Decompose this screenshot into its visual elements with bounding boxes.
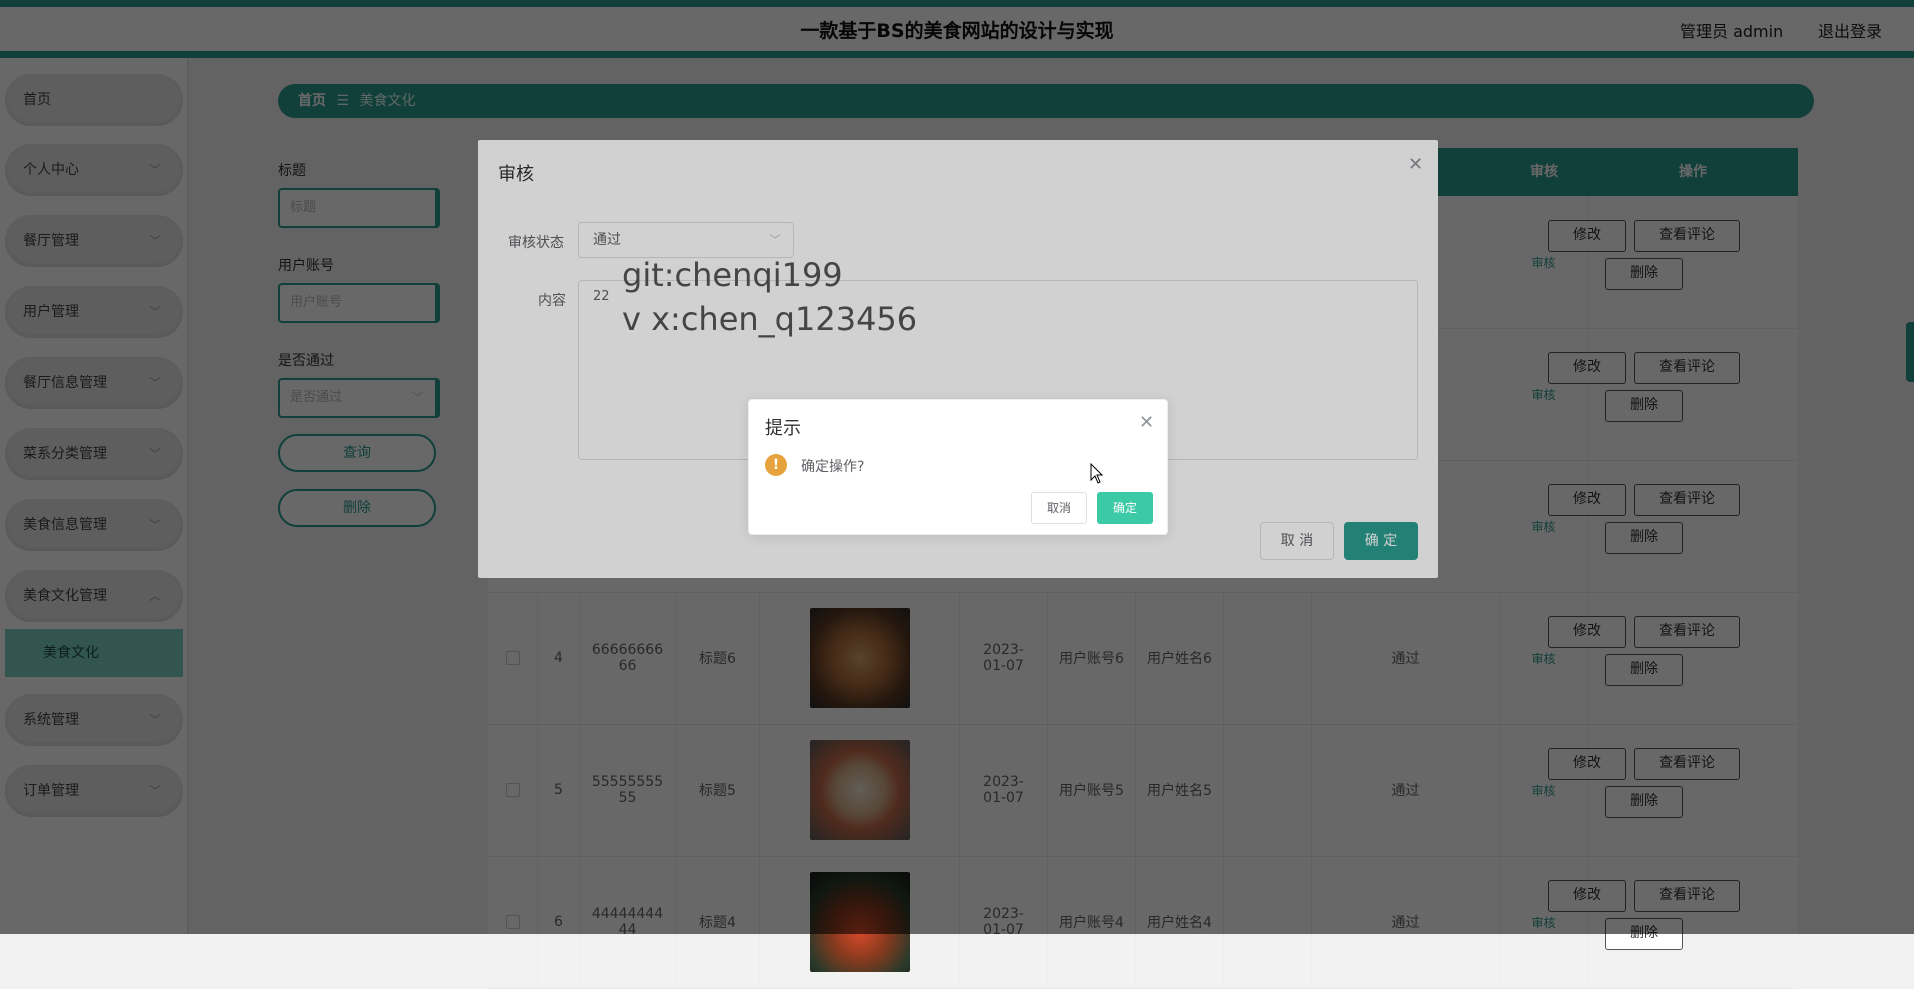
message-confirm-button[interactable]: 确定 <box>1097 492 1153 524</box>
warning-icon: ! <box>765 454 787 476</box>
close-icon[interactable]: ✕ <box>1139 412 1154 433</box>
confirm-message-box: 提示 ✕ ! 确定操作? 取消 确定 <box>748 399 1168 535</box>
mouse-cursor-icon <box>1090 463 1104 484</box>
message-box-title: 提示 <box>765 418 801 439</box>
message-box-text: 确定操作? <box>801 459 865 475</box>
message-cancel-button[interactable]: 取消 <box>1031 492 1087 524</box>
